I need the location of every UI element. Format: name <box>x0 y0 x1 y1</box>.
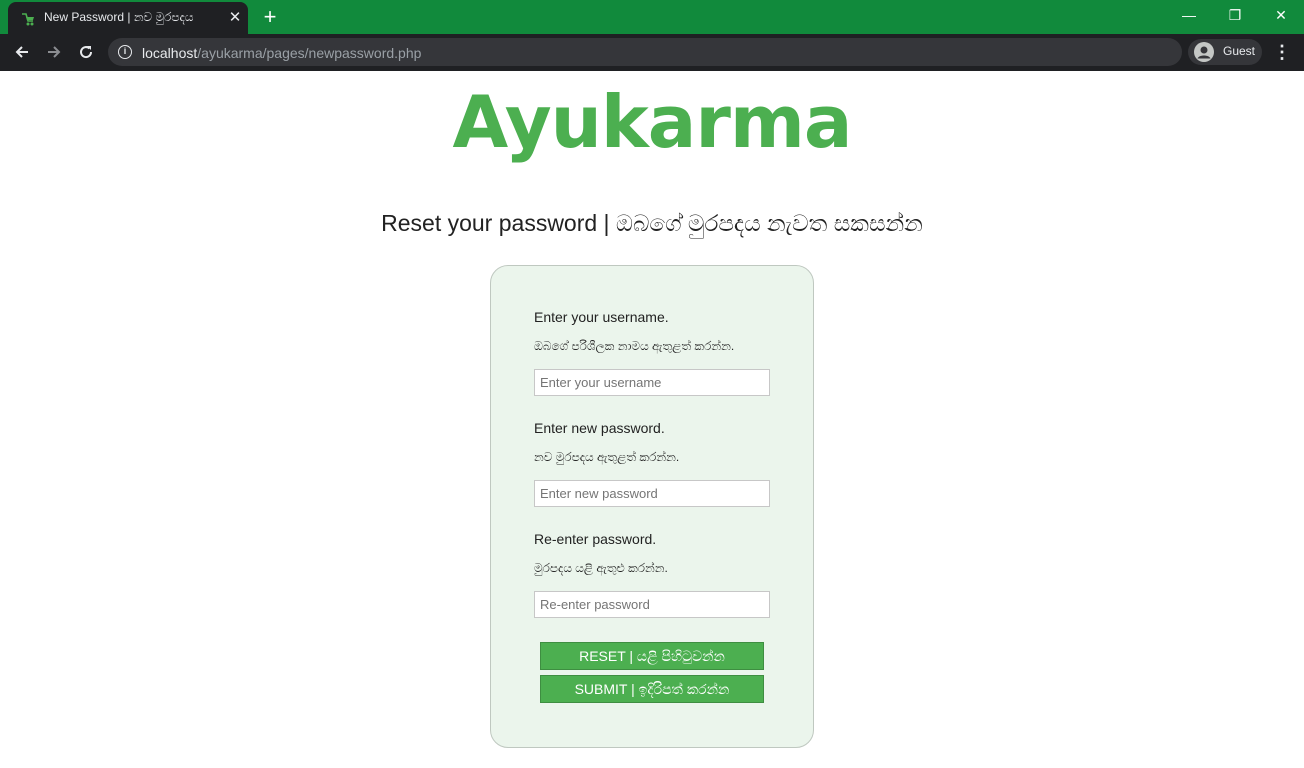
kebab-menu-icon[interactable]: ⋮ <box>1270 40 1294 64</box>
info-icon[interactable]: i <box>118 45 132 59</box>
submit-button[interactable]: SUBMIT | ඉදිරිපත් කරන්න <box>540 675 764 703</box>
avatar-icon <box>1194 42 1214 62</box>
browser-titlebar: New Password | නව මුරපදය ✕ + — ❐ ✕ <box>0 0 1304 34</box>
forward-button[interactable] <box>41 39 67 65</box>
arrow-left-icon <box>15 46 28 58</box>
window-restore-button[interactable]: ❐ <box>1212 0 1258 32</box>
profile-button[interactable]: Guest <box>1188 39 1262 65</box>
browser-tab[interactable]: New Password | නව මුරපදය ✕ <box>8 2 248 34</box>
tab-title: New Password | නව මුරපදය <box>44 10 194 24</box>
url-path: /ayukarma/pages/newpassword.php <box>197 45 422 61</box>
reload-button[interactable] <box>73 39 99 65</box>
window-minimize-button[interactable]: — <box>1166 0 1212 32</box>
back-button[interactable] <box>9 39 35 65</box>
browser-toolbar: i localhost/ayukarma/pages/newpassword.p… <box>0 34 1304 71</box>
reenter-password-sublabel: මුරපදය යළි ඇතුළු කරන්න. <box>534 561 668 575</box>
reload-icon <box>80 46 93 59</box>
new-password-label: Enter new password. <box>534 420 665 436</box>
url-text[interactable]: localhost/ayukarma/pages/newpassword.php <box>142 45 421 61</box>
reset-button[interactable]: RESET | යළි පිහිටුවන්න <box>540 642 764 670</box>
username-label: Enter your username. <box>534 309 669 325</box>
favicon-icon <box>22 13 34 26</box>
new-tab-button[interactable]: + <box>258 4 282 30</box>
window-close-button[interactable]: ✕ <box>1258 0 1304 32</box>
arrow-right-icon <box>48 46 61 58</box>
new-password-input[interactable] <box>534 480 770 507</box>
new-password-sublabel: නව මුරපදය ඇතුළත් කරන්න. <box>534 450 680 464</box>
site-logo: Ayukarma <box>452 80 853 164</box>
username-sublabel: ඔබගේ පරිශීලක නාමය ඇතුළත් කරන්න. <box>534 339 735 353</box>
profile-label: Guest <box>1223 44 1256 58</box>
tab-close-icon[interactable]: ✕ <box>226 9 244 27</box>
url-host: localhost <box>142 45 198 61</box>
reenter-password-label: Re-enter password. <box>534 531 657 547</box>
page-title: Reset your password | ඔබගේ මුරපදය නැවත ස… <box>381 210 923 236</box>
username-input[interactable] <box>534 369 770 396</box>
reset-password-form: Enter your username. ඔබගේ පරිශීලක නාමය ඇ… <box>490 265 814 748</box>
address-bar[interactable]: i localhost/ayukarma/pages/newpassword.p… <box>108 38 1182 66</box>
reenter-password-input[interactable] <box>534 591 770 618</box>
